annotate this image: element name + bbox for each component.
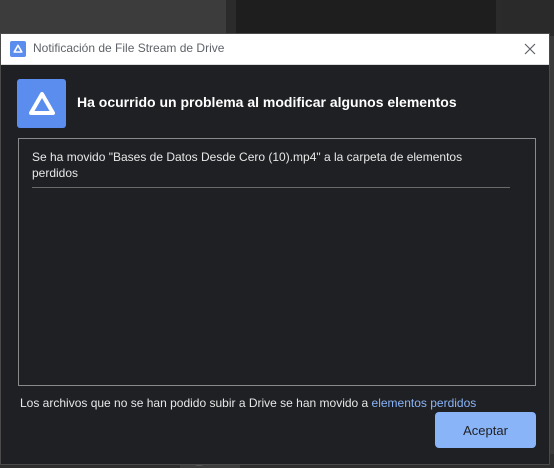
drive-icon	[17, 79, 66, 128]
background-window	[0, 0, 226, 36]
lost-items-link[interactable]: elementos perdidos	[372, 396, 477, 410]
window-title: Notificación de File Stream de Drive	[33, 41, 225, 55]
background-window	[236, 0, 496, 36]
message-list: Se ha movido "Bases de Datos Desde Cero …	[18, 138, 536, 386]
background-window	[502, 0, 554, 36]
close-button[interactable]	[517, 36, 543, 62]
footer-label: Los archivos que no se han podido subir …	[20, 396, 372, 410]
dialog-heading: Ha ocurrido un problema al modificar alg…	[77, 94, 457, 110]
footer-text: Los archivos que no se han podido subir …	[20, 396, 476, 410]
drive-icon	[10, 41, 26, 57]
list-item: Se ha movido "Bases de Datos Desde Cero …	[32, 149, 510, 188]
title-bar: Notificación de File Stream de Drive	[1, 34, 549, 65]
desktop-background	[0, 0, 554, 36]
notification-dialog: Notificación de File Stream de Drive Ha …	[0, 33, 550, 465]
accept-button[interactable]: Aceptar	[435, 412, 536, 448]
close-icon	[524, 43, 536, 55]
